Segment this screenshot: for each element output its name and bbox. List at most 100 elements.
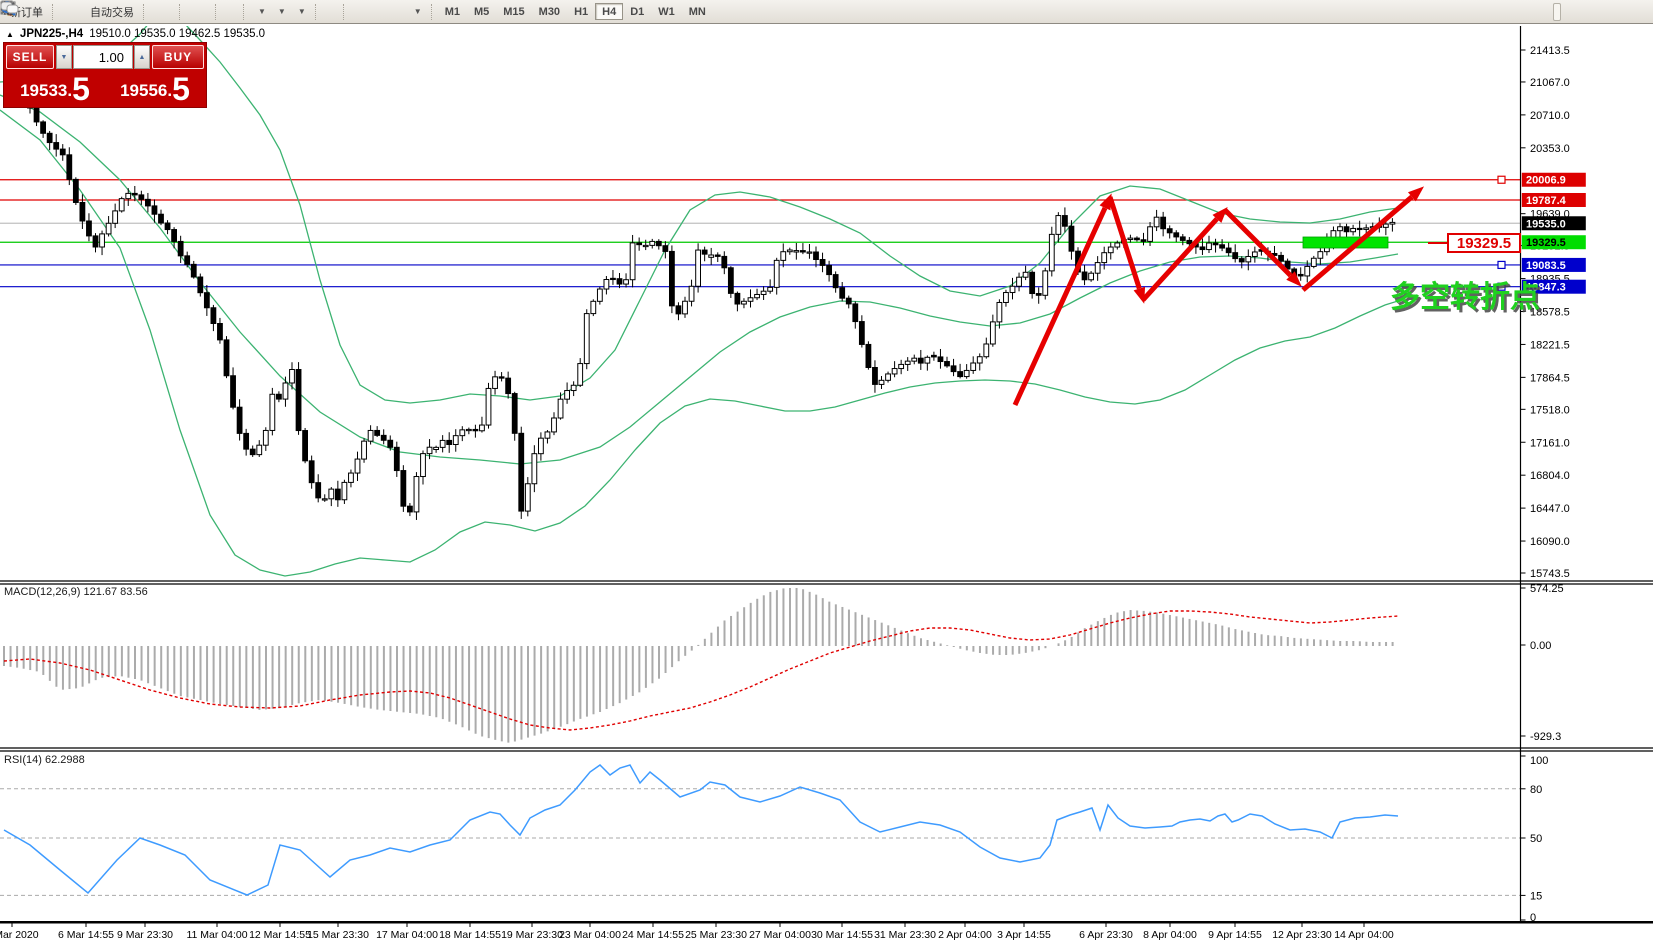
time-tick-label: 12 Apr 23:30 — [1272, 929, 1332, 941]
toolbar-separator — [179, 4, 181, 20]
vertical-line-button[interactable] — [350, 3, 358, 21]
rsi-tick-label: 80 — [1530, 784, 1542, 796]
mt4-terminal: { "toolbar": { "new_order_label": "新订单",… — [0, 0, 1653, 947]
time-tick-label: 19 Mar 23:30 — [501, 929, 563, 941]
time-tick-label: 6 Apr 23:30 — [1079, 929, 1133, 941]
price-tick-label: 16447.0 — [1530, 503, 1570, 515]
timeframe-h1-button[interactable]: H1 — [567, 3, 595, 20]
zoom-out-button[interactable] — [194, 3, 202, 21]
support-highlight-bar[interactable] — [1303, 237, 1388, 248]
ask-price[interactable]: 19556.5 — [106, 71, 204, 105]
time-tick-label: 3 Apr 14:55 — [997, 929, 1051, 941]
price-tick-label: 20353.0 — [1530, 143, 1570, 155]
text-label-button[interactable]: T — [398, 3, 406, 21]
macd-tick-label: 0.00 — [1530, 640, 1551, 652]
cursor-button[interactable] — [322, 3, 330, 21]
time-tick-label: 6 Mar 14:55 — [58, 929, 114, 941]
toolbar-separator — [215, 4, 217, 20]
arrows-button[interactable]: ▼ — [406, 3, 426, 21]
price-tick-label: 17161.0 — [1530, 437, 1570, 449]
toolbar: 新订单自动交易▼▼▼EFAT▼M1M5M15M30H1H4D1W1MN — [0, 0, 1653, 24]
chevron-down-icon: ▼ — [258, 7, 266, 16]
toolbar-separator — [343, 4, 345, 20]
turning-point-annotation[interactable]: 多空转折点 — [1390, 272, 1540, 316]
bar-chart-button[interactable] — [150, 3, 158, 21]
horizontal-line-button[interactable] — [358, 3, 366, 21]
buy-button[interactable]: BUY — [152, 45, 204, 69]
bid-price[interactable]: 19533.5 — [6, 71, 104, 105]
timeframe-m1-button[interactable]: M1 — [438, 3, 467, 20]
chart-symbol-title: JPN225-,H4 — [20, 28, 83, 40]
timeframe-m30-button[interactable]: M30 — [532, 3, 567, 20]
timeframe-m15-button[interactable]: M15 — [496, 3, 531, 20]
collapse-panel-icon[interactable]: ▲ — [6, 30, 14, 39]
tile-windows-button[interactable] — [202, 3, 210, 21]
main-chart-panel[interactable] — [0, 14, 1520, 576]
timeframe-d1-button[interactable]: D1 — [623, 3, 651, 20]
rsi-axis: 1008050150 — [1521, 755, 1549, 924]
auto-scroll-button[interactable] — [222, 3, 230, 21]
chart-shift-button[interactable] — [230, 3, 238, 21]
crosshair-button[interactable] — [330, 3, 338, 21]
price-tick-label: 16090.0 — [1530, 536, 1570, 548]
market-watch-button[interactable] — [59, 3, 67, 21]
candlesticks — [28, 105, 1395, 520]
time-tick-label: 17 Mar 04:00 — [376, 929, 438, 941]
bollinger-upper-band — [0, 14, 1398, 403]
axis-badge: 19083.5 — [1526, 260, 1566, 272]
toolbar-separator — [431, 4, 433, 20]
equidistant-channel-button[interactable]: E — [374, 3, 382, 21]
chart-header: ▲ JPN225-,H4 19510.0 19535.0 19462.5 195… — [6, 28, 265, 40]
text-button[interactable]: A — [390, 3, 398, 21]
time-tick-label: 14 Apr 04:00 — [1334, 929, 1394, 941]
timeframe-mn-button[interactable]: MN — [682, 3, 713, 20]
chat-button[interactable] — [1553, 3, 1561, 21]
terminal-button[interactable] — [67, 3, 75, 21]
volume-input[interactable]: 1.00 — [73, 45, 133, 69]
toolbar-separator — [315, 4, 317, 20]
trendline-button[interactable] — [366, 3, 374, 21]
price-tick-label: 21067.0 — [1530, 77, 1570, 89]
macd-label: MACD(12,26,9) 121.67 83.56 — [4, 586, 148, 598]
time-tick-label: 31 Mar 23:30 — [874, 929, 936, 941]
price-tick-label: 17518.0 — [1530, 404, 1570, 416]
sell-button[interactable]: SELL — [6, 45, 54, 69]
timeframe-m5-button[interactable]: M5 — [467, 3, 496, 20]
line-chart-button[interactable] — [166, 3, 174, 21]
search-button[interactable] — [1535, 3, 1543, 21]
rsi-line — [4, 765, 1398, 895]
templates-button[interactable]: ▼ — [290, 3, 310, 21]
rsi-panel[interactable] — [0, 765, 1520, 895]
toolbar-separator — [52, 4, 54, 20]
time-tick-label: 2 Apr 04:00 — [938, 929, 992, 941]
periods-button[interactable]: ▼ — [270, 3, 290, 21]
rsi-tick-label: 50 — [1530, 833, 1542, 845]
timeframe-w1-button[interactable]: W1 — [651, 3, 682, 20]
indicators-button[interactable]: ▼ — [250, 3, 270, 21]
chart-ohlc-values: 19510.0 19535.0 19462.5 19535.0 — [89, 28, 265, 40]
bid-axis-badge: 19535.0 — [1526, 218, 1566, 230]
volume-increase-button[interactable]: ▲ — [134, 45, 150, 69]
price-tick-label: 21413.5 — [1530, 45, 1570, 57]
line-handle-marker[interactable] — [1498, 261, 1505, 268]
autotrading-button-label: 自动交易 — [90, 4, 134, 20]
time-tick-label: 30 Mar 14:55 — [811, 929, 873, 941]
axis-badge: 19787.4 — [1526, 195, 1567, 207]
rsi-tick-label: 100 — [1530, 755, 1548, 767]
price-tick-label: 20710.0 — [1530, 110, 1570, 122]
strategy-tester-button[interactable] — [75, 3, 83, 21]
price-tick-label: 18221.5 — [1530, 339, 1570, 351]
price-tag-label[interactable]: 19329.5 — [1447, 233, 1521, 253]
chart-canvas[interactable]: 21413.521067.020710.020353.019639.019292… — [0, 0, 1653, 947]
macd-panel[interactable] — [4, 588, 1398, 743]
fibonacci-button[interactable]: F — [382, 3, 390, 21]
zoom-in-button[interactable] — [186, 3, 194, 21]
price-tick-label: 16804.0 — [1530, 470, 1570, 482]
autotrading-button[interactable]: 自动交易 — [83, 3, 138, 21]
time-axis[interactable]: 5 Mar 20206 Mar 14:559 Mar 23:3011 Mar 0… — [0, 923, 1394, 941]
time-tick-label: 9 Apr 14:55 — [1208, 929, 1262, 941]
candlestick-chart-button[interactable] — [158, 3, 166, 21]
line-handle-marker[interactable] — [1498, 176, 1505, 183]
volume-decrease-button[interactable]: ▼ — [56, 45, 72, 69]
timeframe-h4-button[interactable]: H4 — [595, 3, 623, 20]
